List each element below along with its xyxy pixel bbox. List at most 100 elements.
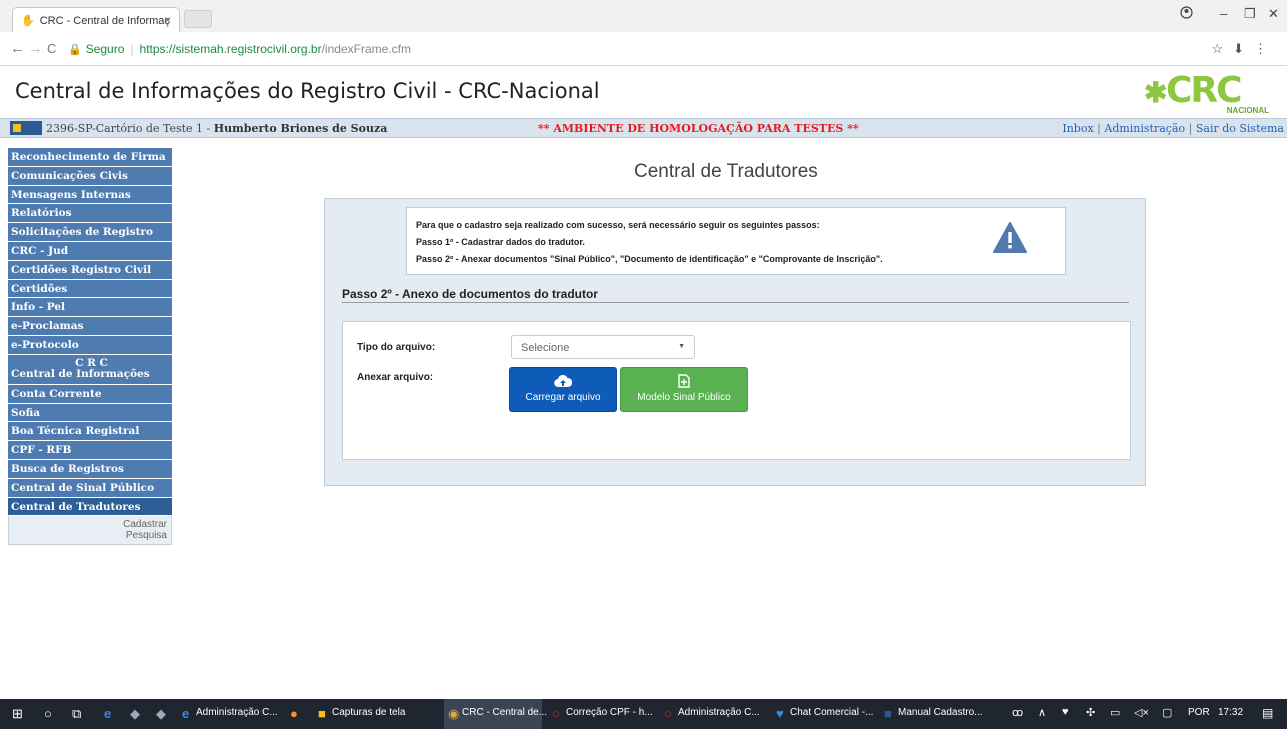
sidebar-item-info-pel[interactable]: Info - Pel bbox=[8, 298, 172, 318]
sidebar-item-certidoes[interactable]: Certidões bbox=[8, 279, 172, 299]
profile-icon[interactable] bbox=[1180, 6, 1193, 22]
sidebar-item-certidoes-registro[interactable]: Certidões Registro Civil bbox=[8, 260, 172, 280]
sidebar-item-tradutores[interactable]: Central de Tradutores bbox=[8, 497, 172, 517]
sidebar-item-crc-central[interactable]: C R C Central de Informações bbox=[8, 354, 172, 385]
task-view-icon[interactable]: ⧉ bbox=[72, 706, 81, 722]
admin-link[interactable]: Administração bbox=[1104, 122, 1185, 135]
taskbar-item-manual[interactable]: Manual Cadastro... bbox=[898, 707, 983, 718]
taskbar-item-chat[interactable]: Chat Comercial -... bbox=[790, 707, 873, 718]
taskbar: ⊞ ○ ⧉ e ◆ ◆ e Administração C... ● ■ Cap… bbox=[0, 699, 1287, 729]
warning-icon bbox=[993, 222, 1027, 253]
edge-icon[interactable]: e bbox=[104, 706, 111, 721]
star-icon[interactable]: ☆ bbox=[1211, 41, 1233, 56]
submenu-pesquisa[interactable]: Pesquisa bbox=[13, 530, 167, 541]
site-header: Central de Informações do Registro Civil… bbox=[0, 66, 1287, 118]
language-indicator[interactable]: POR bbox=[1188, 707, 1210, 718]
sidebar-item-crc-jud[interactable]: CRC - Jud bbox=[8, 241, 172, 261]
hand-icon: ✋ bbox=[21, 15, 35, 27]
back-icon[interactable]: ← bbox=[10, 40, 25, 57]
model-button-label: Modelo Sinal Público bbox=[637, 392, 731, 403]
forward-icon[interactable]: → bbox=[28, 40, 43, 57]
reload-icon[interactable]: C bbox=[47, 41, 56, 56]
address-bar: ← → C 🔒 Seguro | https://sistemah.regist… bbox=[0, 32, 1287, 66]
user-info: 2396-SP-Cartório de Teste 1 - Humberto B… bbox=[46, 122, 387, 135]
restore-icon[interactable]: ❐ bbox=[1244, 6, 1256, 22]
step-title: Passo 2º - Anexo de documentos do tradut… bbox=[342, 287, 598, 301]
upload-file-button[interactable]: Carregar arquivo bbox=[509, 367, 617, 412]
logo-text: CRC bbox=[1166, 70, 1243, 111]
info-bar: 2396-SP-Cartório de Teste 1 - Humberto B… bbox=[0, 118, 1287, 138]
sidebar-item-boa-tecnica[interactable]: Boa Técnica Registral bbox=[8, 422, 172, 442]
notice-step2: Passo 2º - Anexar documentos "Sinal Públ… bbox=[416, 254, 883, 264]
network-icon[interactable]: ▢ bbox=[1162, 706, 1172, 719]
battery-icon[interactable]: ▭ bbox=[1110, 706, 1120, 719]
taskbar-item-correcao[interactable]: Correção CPF - h... bbox=[566, 707, 653, 718]
chevron-up-icon[interactable]: ∧ bbox=[1038, 706, 1046, 719]
sidebar-item-cpf-rfb[interactable]: CPF - RFB bbox=[8, 441, 172, 460]
tray-app-icon[interactable]: ♥ bbox=[1062, 706, 1069, 718]
user-name: Humberto Briones de Souza bbox=[213, 122, 388, 135]
office-label: 2396-SP-Cartório de Teste 1 - bbox=[46, 122, 214, 135]
people-icon[interactable]: ꝏ bbox=[1012, 706, 1023, 719]
minimize-icon[interactable]: – bbox=[1220, 6, 1227, 21]
notifications-icon[interactable]: ▤ bbox=[1262, 706, 1273, 720]
sidebar-item-proclamas[interactable]: e-Proclamas bbox=[8, 317, 172, 336]
crc-logo: ✱ CRC NACIONAL bbox=[1144, 70, 1269, 118]
firefox-icon[interactable]: ● bbox=[290, 706, 298, 721]
taskbar-item-admin1[interactable]: Administração C... bbox=[196, 707, 278, 718]
taskbar-item-admin2[interactable]: Administração C... bbox=[678, 707, 760, 718]
sidebar-item-busca-registros[interactable]: Busca de Registros bbox=[8, 459, 172, 479]
sidebar-item-conta-corrente[interactable]: Conta Corrente bbox=[8, 384, 172, 404]
volume-icon[interactable]: ◁× bbox=[1134, 706, 1149, 719]
logout-link[interactable]: Sair do Sistema bbox=[1196, 122, 1284, 135]
sidebar-item-relatorios[interactable]: Relatórios bbox=[8, 204, 172, 224]
chrome-icon: ◉ bbox=[448, 706, 460, 721]
file-type-select[interactable]: Selecione ▼ bbox=[511, 335, 695, 359]
url-path: /indexFrame.cfm bbox=[321, 42, 411, 56]
sidebar-item-sinal-publico[interactable]: Central de Sinal Público bbox=[8, 478, 172, 498]
ie-icon: e bbox=[182, 706, 190, 721]
close-window-icon[interactable]: ✕ bbox=[1268, 6, 1279, 22]
file-type-label: Tipo do arquivo: bbox=[357, 342, 436, 353]
search-icon[interactable]: ○ bbox=[44, 706, 52, 721]
sidebar-item-sofia[interactable]: Sofia bbox=[8, 403, 172, 423]
opera-icon: ○ bbox=[552, 706, 560, 721]
logo-star-icon: ✱ bbox=[1144, 77, 1168, 108]
windows-start-icon[interactable]: ⊞ bbox=[12, 706, 23, 722]
crc-line2: Central de Informações bbox=[11, 367, 150, 380]
model-sinal-button[interactable]: Modelo Sinal Público bbox=[620, 367, 748, 412]
logo-subtext: NACIONAL bbox=[1226, 106, 1269, 115]
browser-tab[interactable]: ✋ CRC - Central de Informaç × bbox=[12, 7, 180, 33]
upload-button-label: Carregar arquivo bbox=[525, 392, 601, 403]
dropbox-icon[interactable]: ✣ bbox=[1086, 706, 1095, 719]
upload-form: Tipo do arquivo: Selecione ▼ Anexar arqu… bbox=[342, 321, 1131, 460]
cloud-upload-icon bbox=[510, 374, 616, 392]
url-field[interactable]: 🔒 Seguro | https://sistemah.registrocivi… bbox=[64, 37, 1264, 61]
close-tab-icon[interactable]: × bbox=[164, 13, 171, 27]
taskbar-item-crc[interactable]: CRC - Central de... bbox=[462, 707, 547, 718]
submenu-cadastrar[interactable]: Cadastrar bbox=[13, 519, 167, 530]
app2-icon[interactable]: ◆ bbox=[156, 706, 166, 722]
chat-icon: ♥ bbox=[776, 706, 784, 721]
link-separator: | bbox=[1093, 122, 1105, 135]
browser-actions: ☆⬇⋮ bbox=[1211, 41, 1277, 57]
sidebar-item-solicitacoes[interactable]: Solicitações de Registro bbox=[8, 223, 172, 242]
file-type-value: Selecione bbox=[521, 342, 570, 354]
sidebar-item-protocolo[interactable]: e-Protocolo bbox=[8, 335, 172, 355]
taskbar-item-capturas[interactable]: Capturas de tela bbox=[332, 707, 405, 718]
notice-intro: Para que o cadastro seja realizado com s… bbox=[416, 220, 820, 230]
url-host: https://sistemah.registrocivil.org.br bbox=[139, 42, 322, 56]
inbox-link[interactable]: Inbox bbox=[1062, 122, 1093, 135]
extension-icon[interactable]: ⬇ bbox=[1233, 41, 1254, 56]
sidebar-item-comunicacoes[interactable]: Comunicações Civis bbox=[8, 166, 172, 186]
new-tab-button[interactable] bbox=[184, 10, 212, 28]
url-separator: | bbox=[130, 42, 134, 56]
sidebar-submenu: Cadastrar Pesquisa bbox=[8, 516, 172, 546]
menu-icon[interactable]: ⋮ bbox=[1254, 41, 1277, 56]
sidebar-item-mensagens[interactable]: Mensagens Internas bbox=[8, 185, 172, 205]
app-icon[interactable]: ◆ bbox=[130, 706, 140, 722]
clock[interactable]: 17:32 bbox=[1218, 707, 1243, 718]
sidebar-item-reconhecimento[interactable]: Reconhecimento de Firma bbox=[8, 148, 172, 167]
chevron-down-icon: ▼ bbox=[678, 343, 685, 350]
instructions-box: Para que o cadastro seja realizado com s… bbox=[406, 207, 1066, 275]
